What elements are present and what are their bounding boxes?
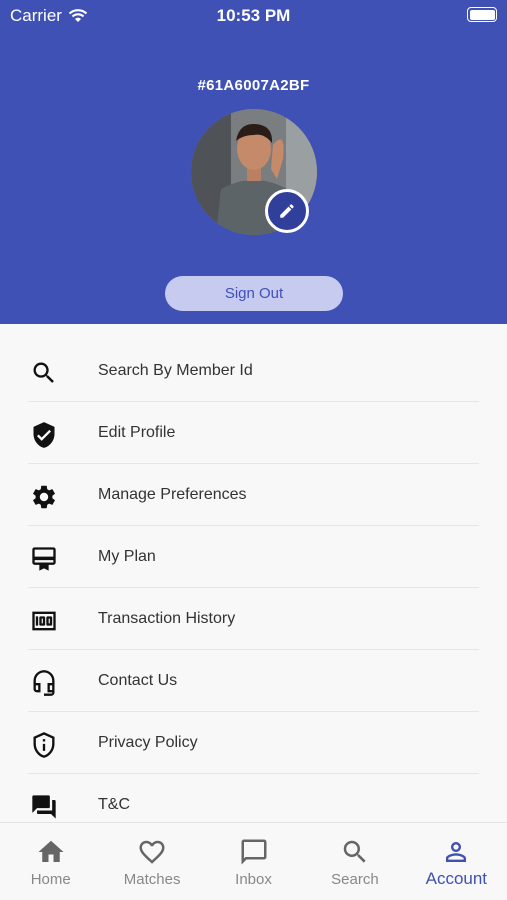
- status-bar: Carrier 10:53 PM: [0, 0, 507, 32]
- person-icon: [446, 842, 467, 862]
- menu-item-privacy-policy[interactable]: Privacy Policy: [0, 712, 507, 774]
- menu-item-transaction-history[interactable]: Transaction History: [0, 588, 507, 650]
- menu-item-edit-profile[interactable]: Edit Profile: [0, 402, 507, 464]
- menu-item-label: Manage Preferences: [98, 486, 247, 503]
- tab-label: Matches: [123, 871, 181, 888]
- tab-label: Account: [425, 869, 488, 888]
- tab-inbox[interactable]: Inbox: [203, 823, 304, 900]
- home-icon: [38, 840, 64, 862]
- menu-item-label: Transaction History: [98, 610, 236, 627]
- money-counter-icon: [28, 605, 60, 637]
- tab-account[interactable]: Account: [406, 823, 507, 900]
- sign-out-button[interactable]: Sign Out: [165, 276, 343, 311]
- menu-item-my-plan[interactable]: My Plan: [0, 526, 507, 588]
- chat-icon: [241, 839, 267, 865]
- tab-label: Inbox: [235, 871, 272, 888]
- menu-item-contact-us[interactable]: Contact Us: [0, 650, 507, 712]
- shield-check-icon: [28, 419, 60, 451]
- tab-search[interactable]: Search: [304, 823, 405, 900]
- search-icon: [28, 357, 60, 389]
- search-icon: [343, 840, 366, 863]
- status-time: 10:53 PM: [216, 6, 291, 25]
- tab-home[interactable]: Home: [0, 823, 101, 900]
- member-id: #61A6007A2BF: [197, 77, 310, 94]
- heart-icon: [139, 840, 165, 864]
- menu-item-manage-preferences[interactable]: Manage Preferences: [0, 464, 507, 526]
- menu-item-search-by-member-id[interactable]: Search By Member Id: [0, 340, 507, 402]
- menu-item-label: T&C: [98, 796, 130, 813]
- battery-icon: [467, 7, 497, 22]
- menu-item-label: Search By Member Id: [98, 362, 253, 379]
- menu-item-label: Edit Profile: [98, 424, 176, 441]
- edit-avatar-button[interactable]: [265, 189, 309, 233]
- tab-label: Search: [331, 871, 379, 888]
- profile-header: Carrier 10:53 PM #61A6007A2BF Sign Out: [0, 0, 507, 324]
- headset-icon: [28, 667, 60, 699]
- menu-item-label: Privacy Policy: [98, 734, 198, 751]
- pencil-icon: [280, 204, 294, 218]
- menu-item-label: Contact Us: [98, 672, 178, 689]
- menu-item-label: My Plan: [98, 548, 156, 565]
- bottom-tab-bar: Home Matches Inbox Search Account: [0, 822, 507, 900]
- shield-info-icon: [28, 729, 60, 761]
- tab-matches[interactable]: Matches: [101, 823, 202, 900]
- tab-label: Home: [30, 871, 71, 888]
- account-menu: Search By Member Id Edit Profile Manage …: [0, 340, 507, 836]
- card-membership-icon: [28, 543, 60, 575]
- gear-icon: [28, 481, 60, 513]
- chat-bubbles-icon: [28, 791, 60, 823]
